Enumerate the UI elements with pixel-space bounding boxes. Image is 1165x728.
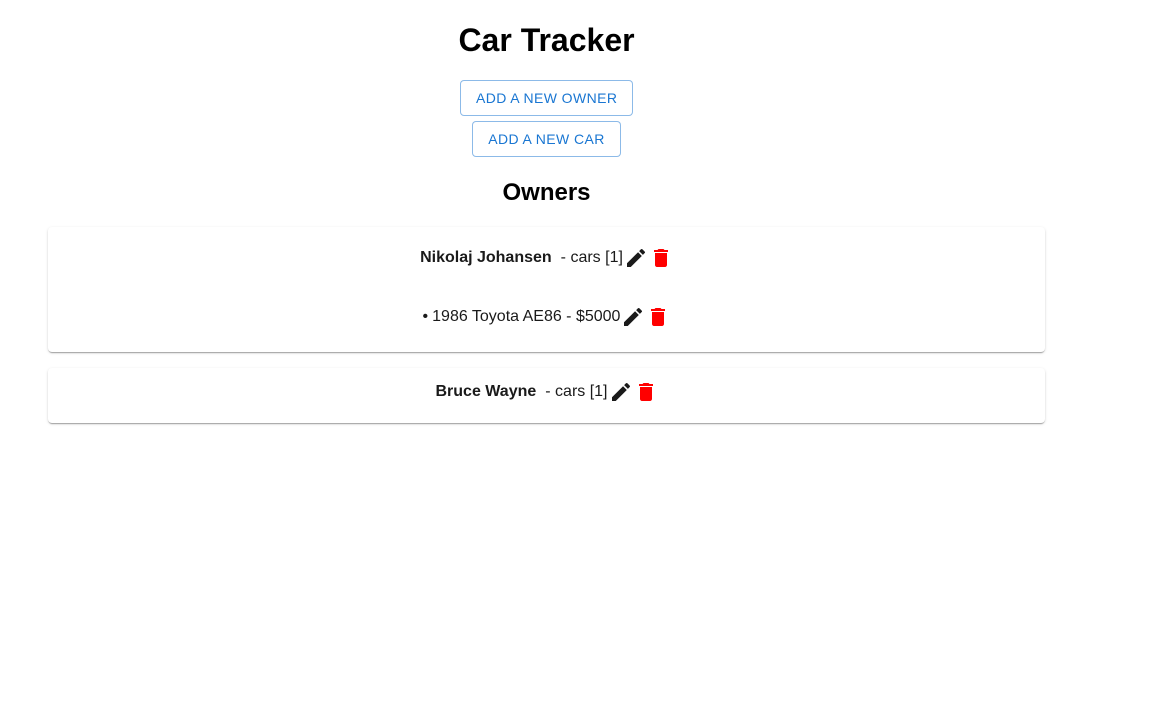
list-bullet: •	[422, 308, 429, 325]
add-car-button[interactable]: ADD A NEW CAR	[472, 121, 621, 157]
edit-car-button[interactable]	[621, 305, 645, 329]
owner-row: Nikolaj Johansen - cars [1]	[48, 246, 1045, 270]
edit-owner-button[interactable]	[624, 246, 648, 270]
pencil-icon	[624, 307, 643, 326]
add-owner-button[interactable]: ADD A NEW OWNER	[460, 80, 633, 116]
delete-car-button[interactable]	[646, 305, 670, 329]
owner-name: Nikolaj Johansen	[420, 249, 552, 266]
page: Car Tracker ADD A NEW OWNER ADD A NEW CA…	[0, 0, 1165, 728]
owner-car-count: - cars [1]	[545, 383, 608, 400]
pencil-icon	[611, 382, 630, 401]
car-label: 1986 Toyota AE86 - $5000	[432, 308, 621, 325]
pencil-icon	[626, 248, 645, 267]
edit-owner-button[interactable]	[609, 380, 633, 404]
car-list-item: • 1986 Toyota AE86 - $5000	[48, 305, 1045, 329]
owner-car-count: - cars [1]	[560, 249, 623, 266]
owners-heading: Owners	[502, 179, 591, 206]
delete-owner-button[interactable]	[649, 246, 673, 270]
owner-card: Bruce Wayne - cars [1]	[48, 368, 1045, 423]
trash-icon	[651, 308, 666, 326]
trash-icon	[653, 249, 668, 267]
owner-name: Bruce Wayne	[435, 383, 537, 400]
owner-row: Bruce Wayne - cars [1]	[48, 380, 1045, 404]
delete-owner-button[interactable]	[634, 380, 658, 404]
page-title: Car Tracker	[458, 22, 635, 58]
trash-icon	[638, 383, 653, 401]
owner-card: Nikolaj Johansen - cars [1] • 1986 Toyot…	[48, 227, 1045, 352]
